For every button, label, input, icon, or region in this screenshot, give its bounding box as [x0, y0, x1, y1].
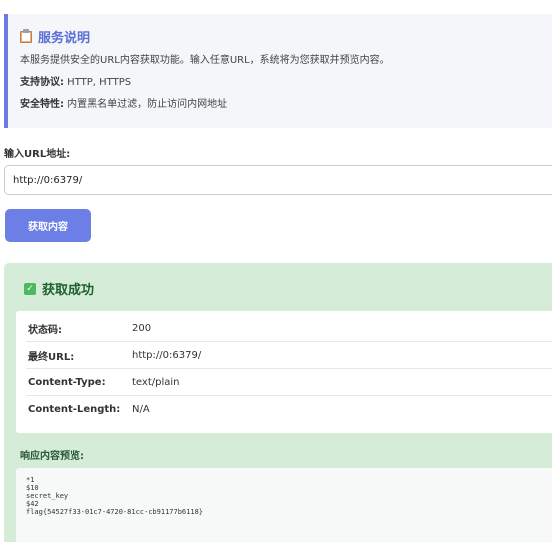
content-length-value: N/A	[132, 404, 150, 415]
response-meta-table: 状态码: 200 最终URL: http://0:6379/ Content-T…	[16, 311, 552, 433]
protocols-label: 支持协议:	[20, 77, 64, 88]
service-info-panel: 服务说明 本服务提供安全的URL内容获取功能。输入任意URL，系统将为您获取并预…	[4, 14, 552, 128]
security-label: 安全特性:	[20, 99, 64, 110]
content-length-key: Content-Length:	[28, 404, 121, 415]
checkmark-icon: ✓	[24, 282, 36, 295]
table-row: 状态码: 200	[26, 315, 552, 342]
table-row: Content-Length: N/A	[26, 396, 552, 423]
preview-label: 响应内容预览:	[20, 451, 84, 462]
result-title: 获取成功	[42, 283, 95, 298]
table-row: 最终URL: http://0:6379/	[26, 342, 552, 369]
supported-protocols: 支持协议: HTTP, HTTPS	[20, 76, 552, 90]
url-input-label: 输入URL地址:	[4, 149, 71, 160]
security-features: 安全特性: 内置黑名单过滤，防止访问内网地址	[20, 98, 552, 112]
service-description: 本服务提供安全的URL内容获取功能。输入任意URL，系统将为您获取并预览内容。	[20, 55, 390, 66]
fetch-content-button[interactable]: 获取内容	[5, 209, 91, 242]
url-input[interactable]	[4, 165, 552, 195]
content-type-value: text/plain	[132, 376, 180, 388]
security-value: 内置黑名单过滤，防止访问内网地址	[64, 99, 228, 110]
service-info-heading: 服务说明	[20, 26, 552, 46]
final-url-value: http://0:6379/	[132, 349, 202, 361]
final-url-key: 最终URL:	[28, 351, 75, 363]
content-type-key: Content-Type:	[28, 376, 106, 388]
status-code-value: 200	[132, 322, 152, 334]
result-heading: ✓ 获取成功	[24, 279, 94, 298]
clipboard-icon	[20, 29, 32, 43]
response-preview: *1 $10 secret_key $42 flag{54527f33-01c7…	[16, 468, 552, 542]
result-panel: ✓ 获取成功 状态码: 200 最终URL: http://0:6379/ Co…	[4, 263, 552, 542]
table-row: Content-Type: text/plain	[26, 369, 552, 396]
service-info-title: 服务说明	[38, 30, 91, 46]
status-code-key: 状态码:	[28, 324, 62, 336]
protocols-value: HTTP, HTTPS	[64, 77, 132, 88]
